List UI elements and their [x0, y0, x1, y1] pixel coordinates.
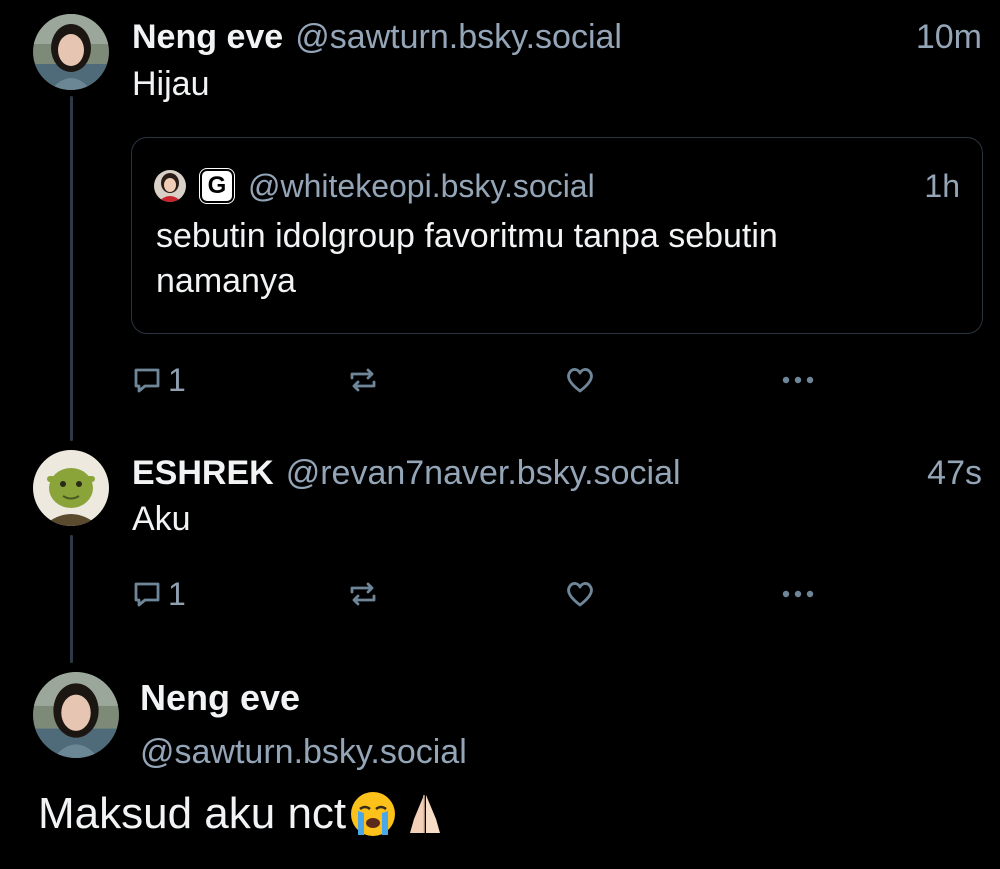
thread-line	[70, 96, 73, 441]
post-actions: 1	[132, 360, 832, 400]
like-button[interactable]	[563, 360, 597, 400]
post-actions: 1	[132, 574, 832, 614]
quote-badge-icon: G	[200, 169, 234, 203]
post-text-content: Maksud aku nct	[38, 789, 347, 838]
quote-header: G @whitekeopi.bsky.social 1h	[154, 166, 960, 206]
post-header: Neng eve @sawturn.bsky.social 10m	[132, 17, 982, 57]
speech-bubble-icon	[134, 582, 160, 607]
avatar[interactable]	[33, 672, 119, 758]
repost-button[interactable]	[346, 574, 380, 614]
post-text: Aku	[132, 500, 191, 538]
display-name[interactable]: ESHREK	[132, 453, 274, 493]
quote-avatar	[154, 170, 186, 202]
post-text: Maksud aku nct	[38, 786, 450, 842]
reply-count: 1	[168, 575, 186, 612]
more-button[interactable]	[780, 574, 816, 614]
ellipsis-icon	[782, 590, 814, 598]
heart-outline-icon	[567, 582, 593, 607]
more-button[interactable]	[780, 360, 816, 400]
quote-text: sebutin idolgroup favoritmu tanpa sebuti…	[156, 217, 778, 300]
timestamp[interactable]: 47s	[927, 453, 982, 493]
post-header: ESHREK @revan7naver.bsky.social 47s	[132, 453, 982, 493]
speech-bubble-icon	[134, 368, 160, 393]
repost-arrows-icon	[350, 368, 376, 392]
repost-arrows-icon	[350, 582, 376, 606]
post-text: Hijau	[132, 65, 210, 103]
quote-post-card[interactable]: G @whitekeopi.bsky.social 1h sebutin ido…	[131, 137, 983, 334]
ellipsis-icon	[782, 376, 814, 384]
handle[interactable]: @revan7naver.bsky.social	[286, 453, 915, 493]
reply-count: 1	[168, 361, 186, 398]
loudly-crying-face-emoji	[351, 792, 396, 836]
folded-hands-emoji	[410, 795, 441, 833]
quote-handle: @whitekeopi.bsky.social	[248, 168, 595, 204]
avatar[interactable]	[33, 450, 109, 526]
like-button[interactable]	[563, 574, 597, 614]
reply-button[interactable]: 1	[132, 574, 186, 614]
avatar[interactable]	[33, 14, 109, 90]
reply-button[interactable]: 1	[132, 360, 186, 400]
handle[interactable]: @sawturn.bsky.social	[295, 17, 904, 57]
repost-button[interactable]	[346, 360, 380, 400]
display-name[interactable]: Neng eve	[140, 676, 300, 720]
handle[interactable]: @sawturn.bsky.social	[140, 731, 467, 773]
heart-outline-icon	[567, 368, 593, 393]
quote-timestamp: 1h	[924, 168, 960, 204]
timestamp[interactable]: 10m	[916, 17, 982, 57]
display-name[interactable]: Neng eve	[132, 17, 283, 57]
thread-line	[70, 535, 73, 663]
